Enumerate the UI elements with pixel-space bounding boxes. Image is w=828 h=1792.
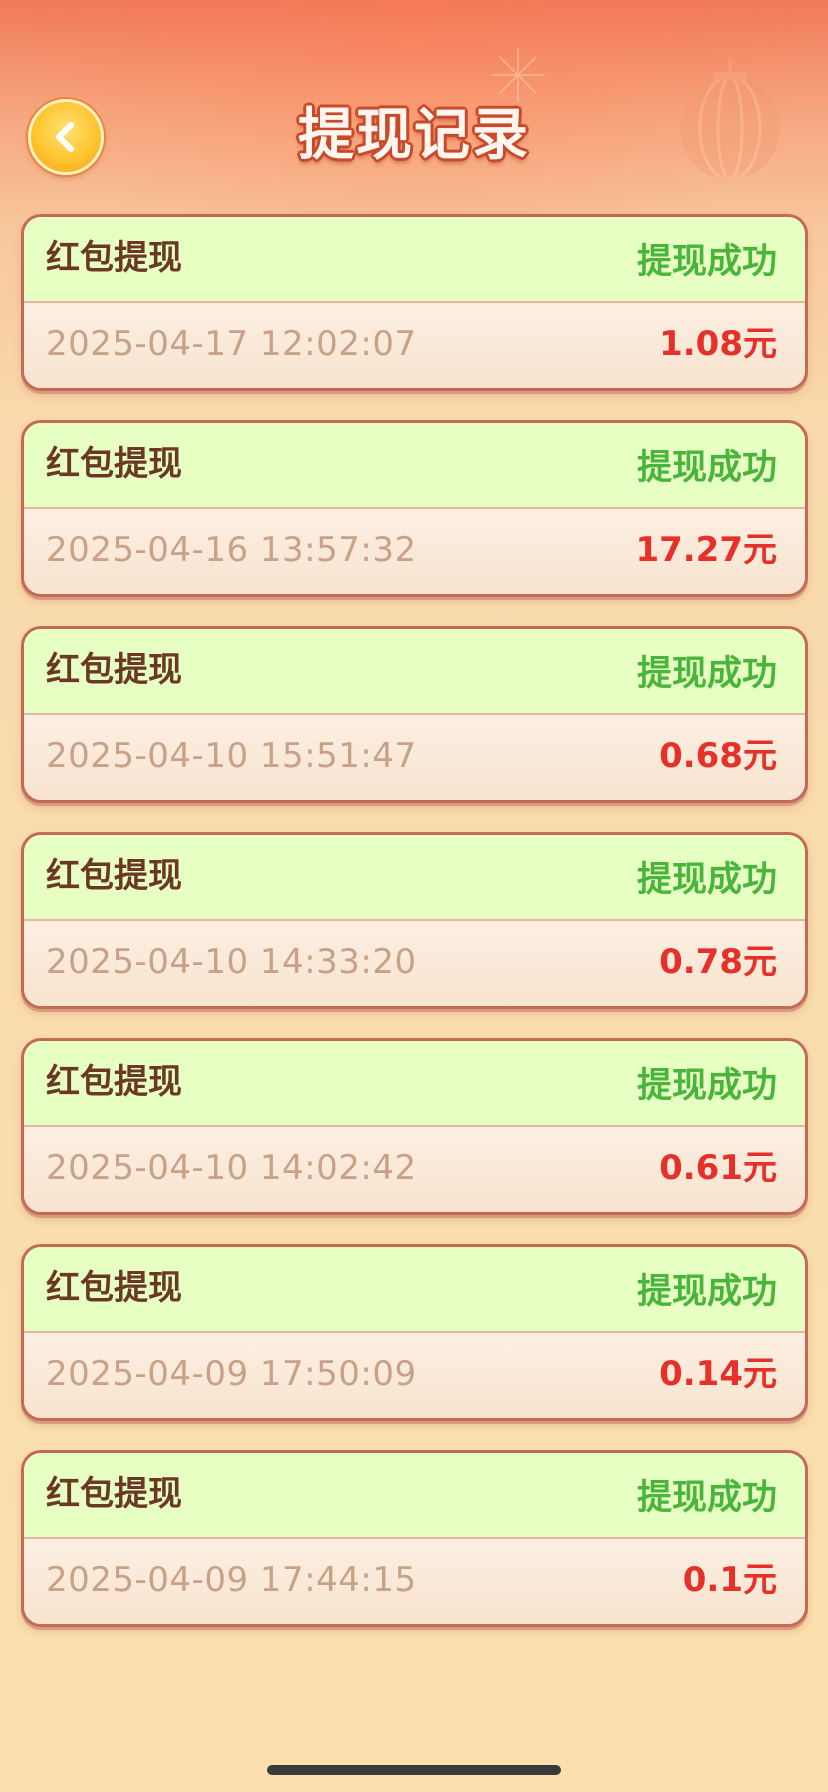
record-card-body: 2025-04-16 13:57:32 17.27元 bbox=[24, 509, 805, 594]
record-amount: 1.08元 bbox=[659, 324, 777, 364]
record-card[interactable]: 红包提现 提现成功 2025-04-09 17:50:09 0.14元 bbox=[21, 1244, 808, 1421]
record-time: 2025-04-16 13:57:32 bbox=[46, 530, 417, 570]
record-card[interactable]: 红包提现 提现成功 2025-04-10 14:02:42 0.61元 bbox=[21, 1038, 808, 1215]
chevron-left-icon bbox=[56, 122, 74, 152]
record-status: 提现成功 bbox=[636, 1066, 777, 1106]
record-amount: 0.61元 bbox=[659, 1148, 777, 1188]
record-card[interactable]: 红包提现 提现成功 2025-04-17 12:02:07 1.08元 bbox=[21, 214, 808, 391]
record-card-header: 红包提现 提现成功 bbox=[24, 217, 805, 303]
record-card-body: 2025-04-09 17:50:09 0.14元 bbox=[24, 1333, 805, 1418]
record-card-header: 红包提现 提现成功 bbox=[24, 1041, 805, 1127]
record-time: 2025-04-09 17:50:09 bbox=[46, 1354, 417, 1394]
record-card-body: 2025-04-09 17:44:15 0.1元 bbox=[24, 1539, 805, 1624]
record-type: 红包提现 bbox=[46, 444, 182, 484]
record-card[interactable]: 红包提现 提现成功 2025-04-10 14:33:20 0.78元 bbox=[21, 832, 808, 1009]
record-card-body: 2025-04-10 14:02:42 0.61元 bbox=[24, 1127, 805, 1212]
record-card[interactable]: 红包提现 提现成功 2025-04-10 15:51:47 0.68元 bbox=[21, 626, 808, 803]
record-amount: 0.1元 bbox=[682, 1560, 777, 1600]
page-title: 提现记录 bbox=[298, 103, 530, 168]
record-status: 提现成功 bbox=[636, 654, 777, 694]
record-type: 红包提现 bbox=[46, 1474, 182, 1514]
record-amount: 0.14元 bbox=[659, 1354, 777, 1394]
record-status: 提现成功 bbox=[636, 448, 777, 488]
record-amount: 17.27元 bbox=[635, 530, 777, 570]
record-type: 红包提现 bbox=[46, 1268, 182, 1308]
record-amount: 0.78元 bbox=[659, 942, 777, 982]
record-card-header: 红包提现 提现成功 bbox=[24, 835, 805, 921]
record-card-body: 2025-04-10 14:33:20 0.78元 bbox=[24, 921, 805, 1006]
record-card[interactable]: 红包提现 提现成功 2025-04-09 17:44:15 0.1元 bbox=[21, 1450, 808, 1627]
record-status: 提现成功 bbox=[636, 1272, 777, 1312]
record-type: 红包提现 bbox=[46, 1062, 182, 1102]
record-time: 2025-04-17 12:02:07 bbox=[46, 324, 417, 364]
record-card-body: 2025-04-10 15:51:47 0.68元 bbox=[24, 715, 805, 800]
record-type: 红包提现 bbox=[46, 650, 182, 690]
record-type: 红包提现 bbox=[46, 238, 182, 278]
record-card-header: 红包提现 提现成功 bbox=[24, 629, 805, 715]
record-card[interactable]: 红包提现 提现成功 2025-04-16 13:57:32 17.27元 bbox=[21, 420, 808, 597]
record-card-header: 红包提现 提现成功 bbox=[24, 1453, 805, 1539]
record-status: 提现成功 bbox=[636, 1478, 777, 1518]
home-indicator[interactable] bbox=[267, 1765, 561, 1775]
record-status: 提现成功 bbox=[636, 242, 777, 282]
lantern-decoration-icon bbox=[680, 58, 780, 184]
record-card-header: 红包提现 提现成功 bbox=[24, 1247, 805, 1333]
record-time: 2025-04-10 14:02:42 bbox=[46, 1148, 417, 1188]
record-time: 2025-04-10 14:33:20 bbox=[46, 942, 417, 982]
record-card-header: 红包提现 提现成功 bbox=[24, 423, 805, 509]
back-button[interactable] bbox=[28, 99, 104, 175]
record-status: 提现成功 bbox=[636, 860, 777, 900]
record-type: 红包提现 bbox=[46, 856, 182, 896]
record-card-body: 2025-04-17 12:02:07 1.08元 bbox=[24, 303, 805, 388]
record-time: 2025-04-10 15:51:47 bbox=[46, 736, 417, 776]
record-amount: 0.68元 bbox=[659, 736, 777, 776]
record-time: 2025-04-09 17:44:15 bbox=[46, 1560, 417, 1600]
withdrawal-record-list: 红包提现 提现成功 2025-04-17 12:02:07 1.08元 红包提现… bbox=[21, 214, 808, 1656]
